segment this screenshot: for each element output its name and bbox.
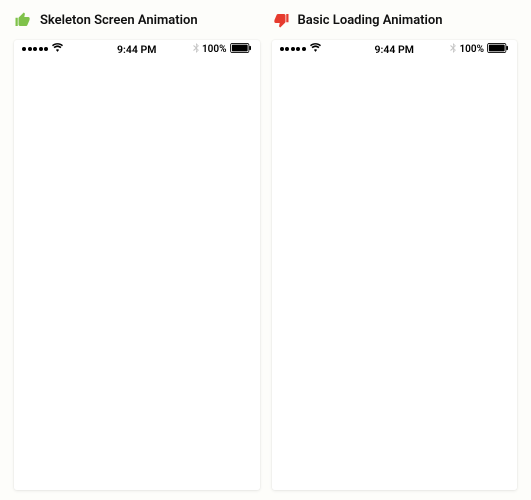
status-left bbox=[280, 43, 321, 55]
status-time: 9:44 PM bbox=[375, 43, 414, 56]
thumbs-down-icon bbox=[272, 11, 290, 29]
bluetooth-icon bbox=[193, 43, 199, 56]
battery-icon bbox=[230, 43, 252, 56]
status-left bbox=[22, 43, 63, 55]
wifi-icon bbox=[310, 43, 321, 55]
comparison-container: Skeleton Screen Animation 9:44 PM bbox=[14, 10, 517, 490]
battery-percentage: 100% bbox=[459, 44, 484, 55]
right-header: Basic Loading Animation bbox=[272, 10, 518, 30]
left-header: Skeleton Screen Animation bbox=[14, 10, 260, 30]
status-right: 100% bbox=[193, 43, 252, 56]
left-column: Skeleton Screen Animation 9:44 PM bbox=[14, 10, 260, 490]
wifi-icon bbox=[52, 43, 63, 55]
left-phone: 9:44 PM 100% bbox=[14, 40, 260, 490]
right-title: Basic Loading Animation bbox=[298, 13, 443, 28]
right-phone-body bbox=[272, 58, 518, 490]
status-time: 9:44 PM bbox=[117, 43, 156, 56]
bluetooth-icon bbox=[450, 43, 456, 56]
left-phone-body bbox=[14, 58, 260, 490]
right-column: Basic Loading Animation 9:44 PM 1 bbox=[272, 10, 518, 490]
left-title: Skeleton Screen Animation bbox=[40, 13, 198, 28]
right-status-bar: 9:44 PM 100% bbox=[272, 40, 518, 58]
battery-percentage: 100% bbox=[202, 44, 227, 55]
battery-icon bbox=[487, 43, 509, 56]
status-right: 100% bbox=[450, 43, 509, 56]
right-phone: 9:44 PM 100% bbox=[272, 40, 518, 490]
signal-icon bbox=[280, 47, 306, 51]
thumbs-up-icon bbox=[14, 11, 32, 29]
left-status-bar: 9:44 PM 100% bbox=[14, 40, 260, 58]
signal-icon bbox=[22, 47, 48, 51]
